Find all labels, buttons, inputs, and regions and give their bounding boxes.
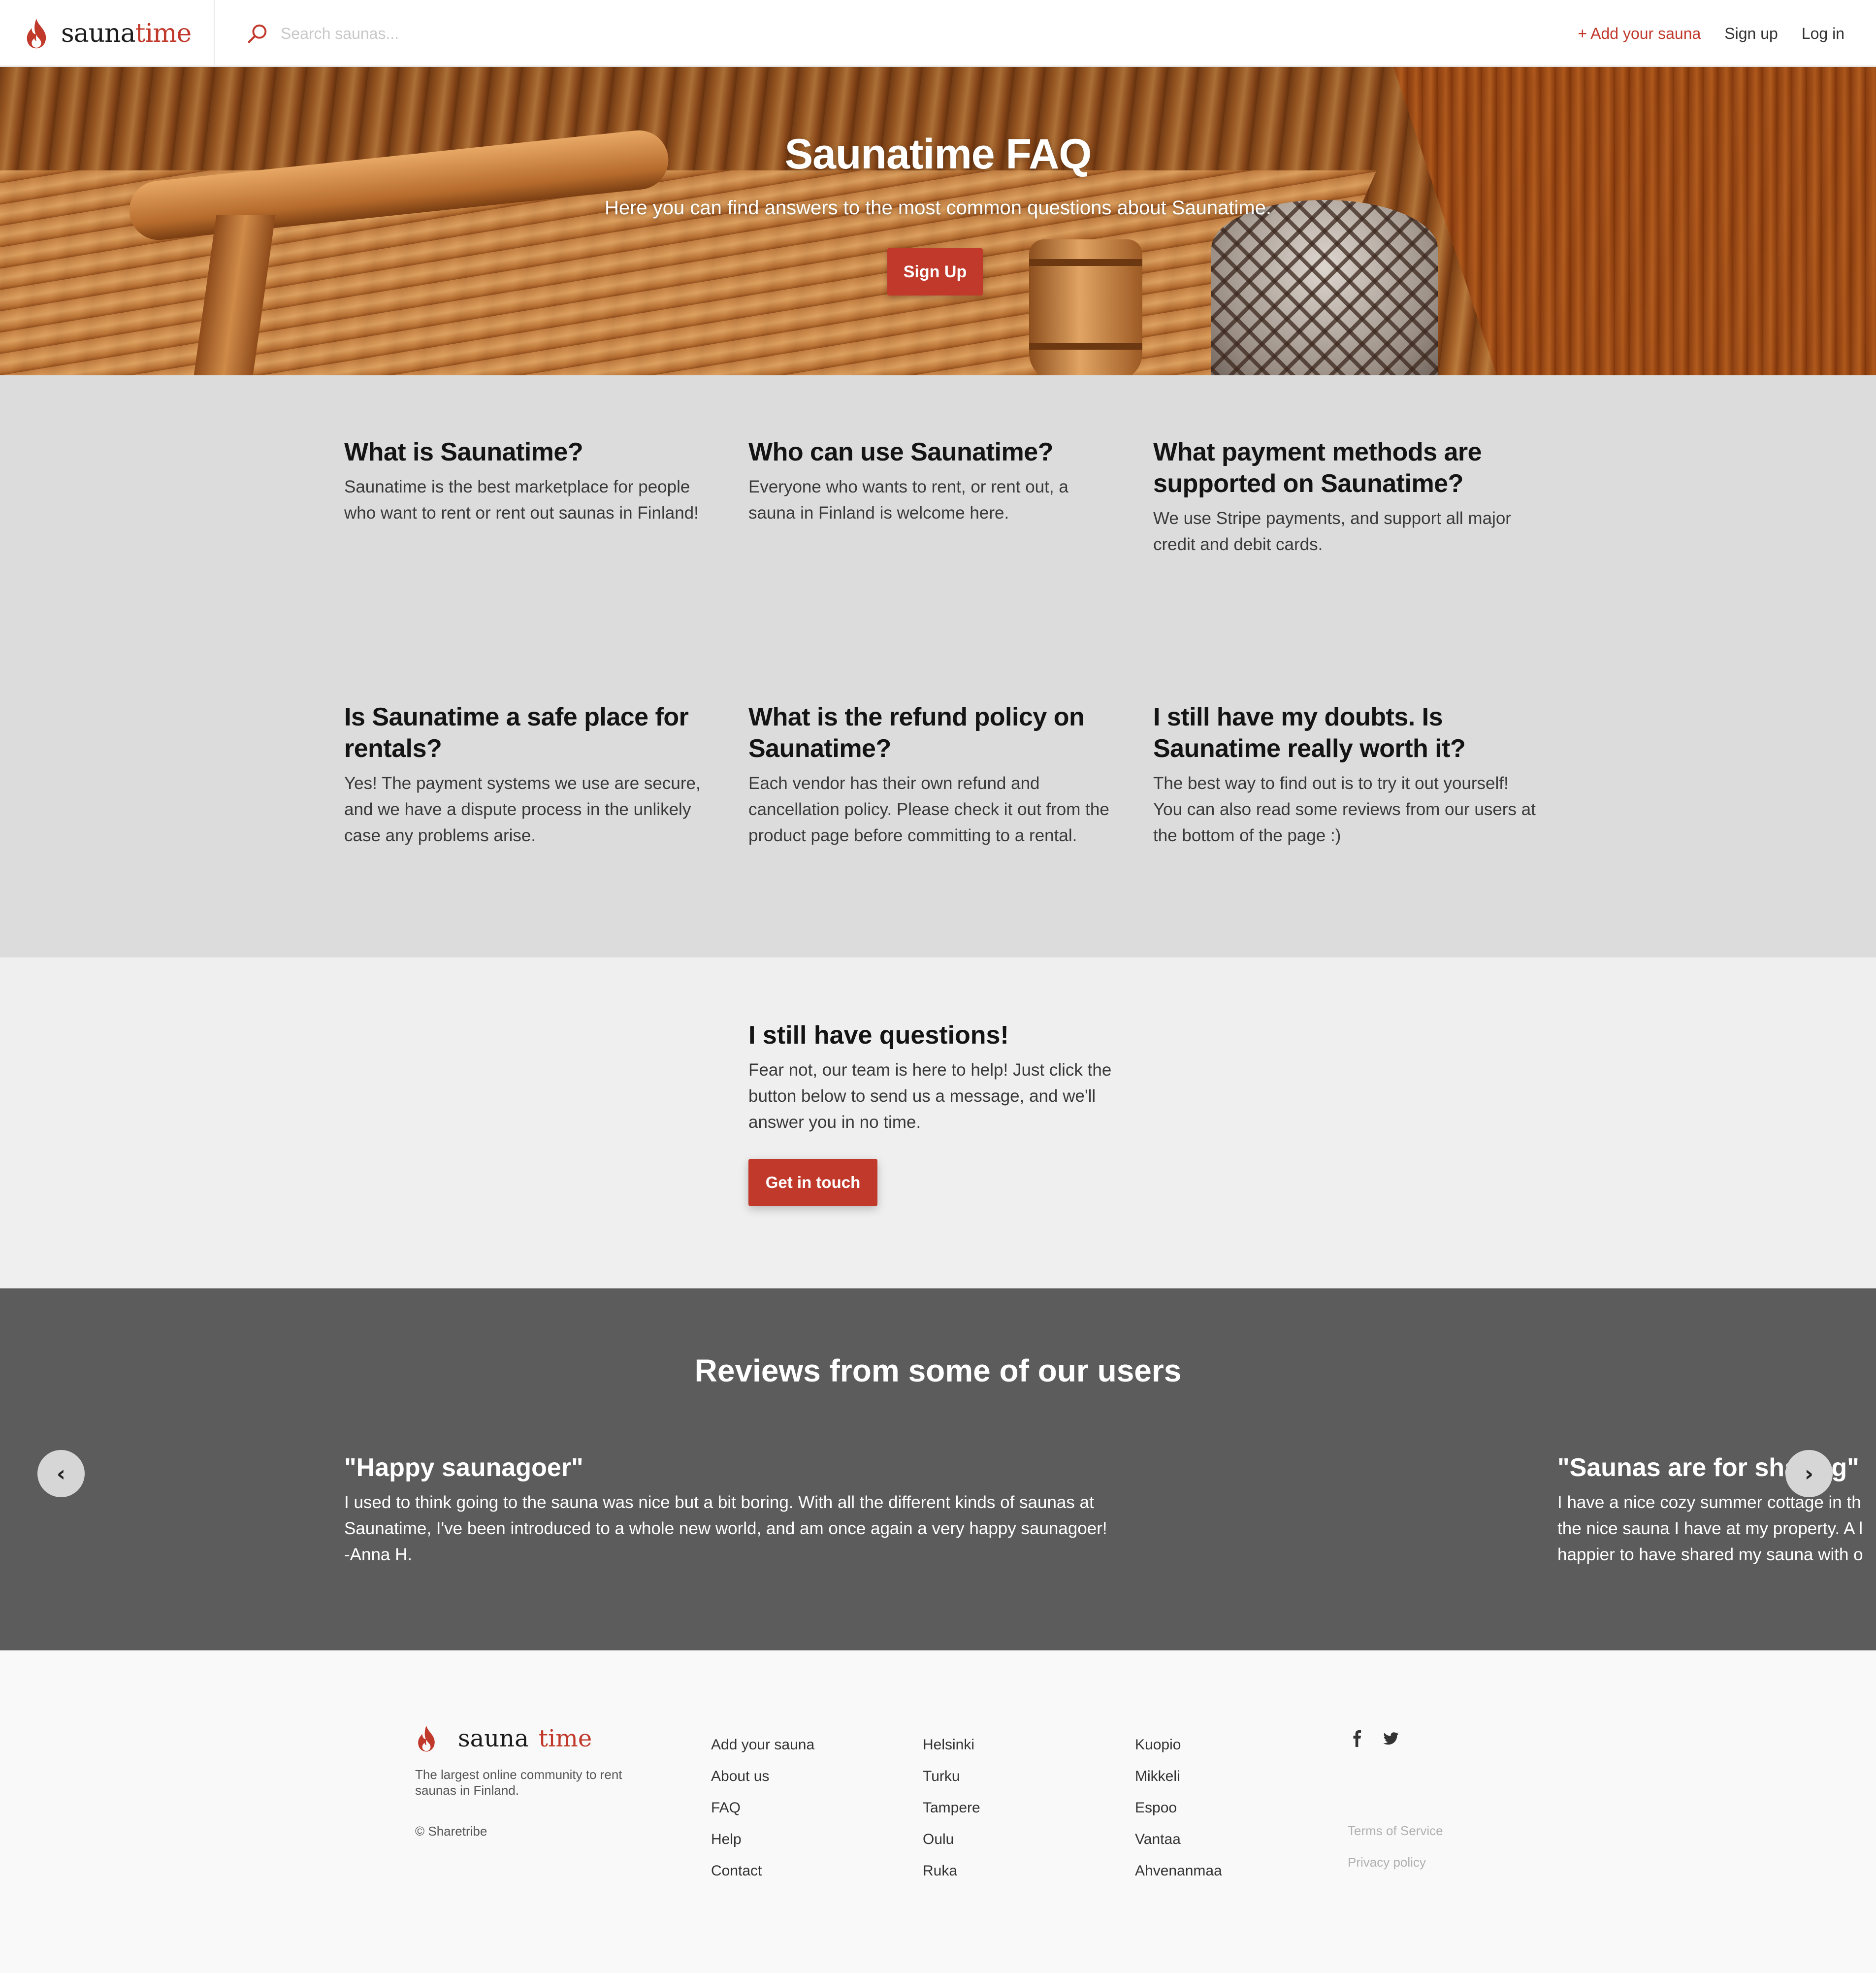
faq-answer: Everyone who wants to rent, or rent out,… xyxy=(748,477,1068,523)
carousel-next-button[interactable]: › xyxy=(1785,1450,1833,1497)
faq-item: What is the refund policy on Saunatime? … xyxy=(748,701,1113,849)
faq-question: Who can use Saunatime? xyxy=(748,438,1053,466)
footer-links-cities-1: Helsinki Turku Tampere Oulu Ruka xyxy=(923,1729,980,1887)
get-in-touch-button[interactable]: Get in touch xyxy=(748,1159,877,1206)
twitter-icon[interactable] xyxy=(1383,1730,1399,1749)
contact-section: I still have questions! Fear not, our te… xyxy=(0,957,1876,1288)
footer-link[interactable]: Mikkeli xyxy=(1135,1761,1222,1792)
search-bar[interactable] xyxy=(246,18,739,49)
search-input[interactable] xyxy=(281,24,675,43)
footer-brand-name: sauna time xyxy=(448,1725,592,1752)
search-icon xyxy=(248,24,267,43)
faq-item: I still have my doubts. Is Saunatime rea… xyxy=(1153,701,1537,849)
review-author: -Anna H. xyxy=(344,1545,413,1564)
faq-question: What is the refund policy on Saunatime? xyxy=(748,703,1085,763)
flame-icon xyxy=(418,1725,435,1752)
footer-link[interactable]: Kuopio xyxy=(1135,1729,1222,1761)
terms-of-service-link[interactable]: Terms of Service xyxy=(1348,1815,1443,1846)
faq-answer: Yes! The payment systems we use are secu… xyxy=(344,774,701,845)
footer-link[interactable]: Oulu xyxy=(923,1824,980,1855)
faq-answer: Each vendor has their own refund and can… xyxy=(748,774,1109,845)
footer-link[interactable]: Contact xyxy=(711,1855,814,1887)
footer-links-cities-2: Kuopio Mikkeli Espoo Vantaa Ahvenanmaa xyxy=(1135,1729,1222,1887)
add-sauna-link[interactable]: + Add your sauna xyxy=(1578,25,1701,43)
footer-brand-accent: time xyxy=(538,1725,592,1752)
topbar-divider xyxy=(214,0,215,67)
hero-subtitle: Here you can find answers to the most co… xyxy=(604,197,1272,219)
review-line: happier to have shared my sauna with o xyxy=(1557,1545,1863,1564)
review-line: I used to think going to the sauna was n… xyxy=(344,1493,1094,1512)
hero-sign-up-button[interactable]: Sign Up xyxy=(887,248,983,296)
review-line: Saunatime, I've been introduced to a who… xyxy=(344,1519,1107,1538)
review-card: "Happy saunagoer" I used to think going … xyxy=(344,1452,1107,1568)
review-text: I used to think going to the sauna was n… xyxy=(344,1489,1107,1568)
faq-answer: We use Stripe payments, and support all … xyxy=(1153,509,1511,554)
faq-question: I still have my doubts. Is Saunatime rea… xyxy=(1153,703,1466,763)
brand-name-prefix: sauna xyxy=(61,19,136,48)
faq-answer: Saunatime is the best marketplace for pe… xyxy=(344,477,699,523)
footer-legal: Terms of Service Privacy policy xyxy=(1348,1815,1443,1878)
footer-link[interactable]: FAQ xyxy=(711,1792,814,1824)
footer-links-site: Add your sauna About us FAQ Help Contact xyxy=(711,1729,814,1887)
privacy-policy-link[interactable]: Privacy policy xyxy=(1348,1846,1443,1878)
log-in-link[interactable]: Log in xyxy=(1802,25,1844,43)
carousel-prev-button[interactable]: ‹ xyxy=(37,1450,85,1497)
sign-up-link[interactable]: Sign up xyxy=(1724,25,1778,43)
review-text: I have a nice cozy summer cottage in th … xyxy=(1557,1489,1863,1568)
faq-section: What is Saunatime? Saunatime is the best… xyxy=(0,375,1876,957)
footer-link[interactable]: Espoo xyxy=(1135,1792,1222,1824)
facebook-icon[interactable] xyxy=(1349,1730,1366,1749)
faq-item: What is Saunatime? Saunatime is the best… xyxy=(344,436,718,526)
footer-brand-prefix: sauna xyxy=(458,1725,529,1752)
faq-answer: The best way to find out is to try it ou… xyxy=(1153,774,1536,845)
review-title: "Happy saunagoer" xyxy=(344,1453,583,1482)
footer-link[interactable]: Tampere xyxy=(923,1792,980,1824)
faq-item: Is Saunatime a safe place for rentals? Y… xyxy=(344,701,709,849)
contact-text: Fear not, our team is here to help! Just… xyxy=(748,1060,1112,1132)
footer: sauna time The largest online community t… xyxy=(0,1650,1876,1973)
footer-link[interactable]: Help xyxy=(711,1824,814,1855)
footer-link[interactable]: Ahvenanmaa xyxy=(1135,1855,1222,1887)
footer-tagline: The largest online community to rent sau… xyxy=(415,1767,622,1798)
footer-link[interactable]: Vantaa xyxy=(1135,1824,1222,1855)
brand-name: saunatime xyxy=(61,19,192,48)
footer-link[interactable]: Ruka xyxy=(923,1855,980,1887)
hero-content: Saunatime FAQ Here you can find answers … xyxy=(0,67,1876,375)
reviews-title: Reviews from some of our users xyxy=(694,1353,1182,1388)
flame-icon xyxy=(27,18,46,49)
faq-question: What is Saunatime? xyxy=(344,438,583,466)
reviews-section: Reviews from some of our users "Happy sa… xyxy=(0,1288,1876,1650)
faq-question: Is Saunatime a safe place for rentals? xyxy=(344,703,689,763)
faq-question: What payment methods are supported on Sa… xyxy=(1153,438,1482,498)
contact-block: I still have questions! Fear not, our te… xyxy=(748,1019,1113,1206)
hero-section: Saunatime FAQ Here you can find answers … xyxy=(0,67,1876,375)
review-line: the nice sauna I have at my property. A … xyxy=(1557,1519,1863,1538)
hero-title: Saunatime FAQ xyxy=(784,131,1092,178)
top-nav: + Add your sauna Sign up Log in xyxy=(1578,20,1844,47)
brand-logo-link[interactable]: saunatime xyxy=(23,15,192,52)
footer-link[interactable]: Helsinki xyxy=(923,1729,980,1761)
footer-link[interactable]: Add your sauna xyxy=(711,1729,814,1761)
footer-brand-logo[interactable]: sauna time xyxy=(415,1724,592,1753)
footer-link[interactable]: About us xyxy=(711,1761,814,1792)
faq-item: Who can use Saunatime? Everyone who want… xyxy=(748,436,1113,526)
top-bar: saunatime + Add your sauna Sign up Log i… xyxy=(0,0,1876,67)
faq-item: What payment methods are supported on Sa… xyxy=(1153,436,1527,558)
footer-copyright: © Sharetribe xyxy=(415,1824,487,1839)
footer-link[interactable]: Turku xyxy=(923,1761,980,1792)
brand-name-accent: time xyxy=(135,19,192,48)
contact-title: I still have questions! xyxy=(748,1021,1009,1050)
footer-social xyxy=(1349,1730,1399,1749)
